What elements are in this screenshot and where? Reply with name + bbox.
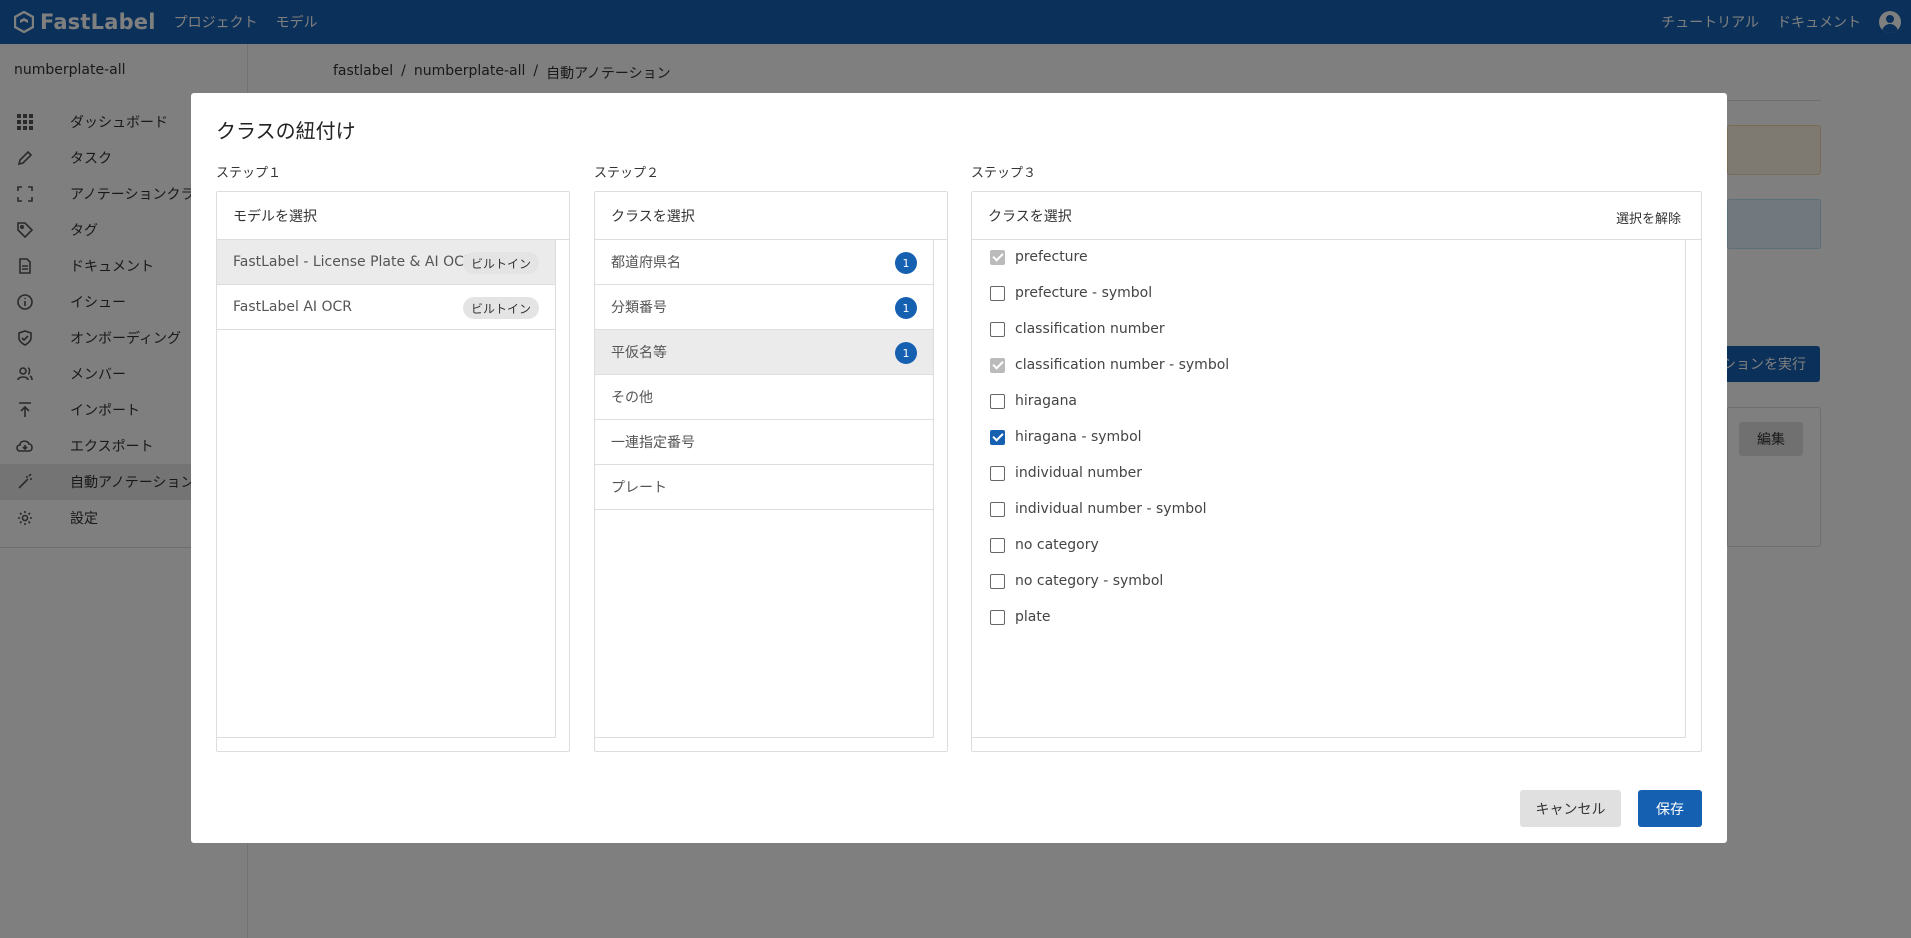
target-class-option[interactable]: hiragana - symbol <box>990 427 1142 447</box>
step2-panel: クラスを選択 都道府県名 1 分類番号 1 平仮名等 1 その他 一連指定番号 … <box>594 191 948 752</box>
option-label: prefecture <box>1015 249 1088 265</box>
option-label: hiragana <box>1015 393 1078 409</box>
source-class-item[interactable]: 都道府県名 1 <box>595 240 933 285</box>
model-item-license-plate[interactable]: FastLabel - License Plate & AI OCR ビルトイン <box>217 240 555 285</box>
source-class-list: 都道府県名 1 分類番号 1 平仮名等 1 その他 一連指定番号 プレート <box>595 240 934 738</box>
checkbox[interactable] <box>990 573 1005 589</box>
target-class-option[interactable]: hiragana <box>990 391 1077 411</box>
dialog-title: クラスの紐付け <box>216 119 356 143</box>
class-name: 分類番号 <box>611 300 667 316</box>
model-list: FastLabel - License Plate & AI OCR ビルトイン… <box>217 240 556 738</box>
step1-header: モデルを選択 <box>217 192 569 240</box>
class-name: 平仮名等 <box>611 345 667 361</box>
mapped-count-badge: 1 <box>895 342 917 364</box>
source-class-item[interactable]: 分類番号 1 <box>595 285 933 330</box>
source-class-item[interactable]: 一連指定番号 <box>595 420 933 465</box>
target-class-option[interactable]: prefecture <box>990 247 1088 267</box>
class-mapping-dialog: クラスの紐付け ステップ１ モデルを選択 FastLabel - License… <box>191 93 1727 843</box>
target-class-option[interactable]: no category <box>990 535 1099 555</box>
option-label: individual number - symbol <box>1015 501 1207 517</box>
option-label: plate <box>1015 609 1051 625</box>
source-class-item[interactable]: 平仮名等 1 <box>595 330 933 375</box>
option-label: no category - symbol <box>1015 573 1164 589</box>
cancel-button[interactable]: キャンセル <box>1520 790 1621 827</box>
target-class-option[interactable]: no category - symbol <box>990 571 1163 591</box>
step2-header: クラスを選択 <box>595 192 947 240</box>
checkbox[interactable] <box>990 285 1005 301</box>
step3-label: ステップ３ <box>971 166 1037 181</box>
target-class-option[interactable]: classification number - symbol <box>990 355 1229 375</box>
option-label: individual number <box>1015 465 1143 481</box>
source-class-item[interactable]: プレート <box>595 465 933 510</box>
model-name: FastLabel - License Plate & AI OCR <box>233 254 474 270</box>
target-class-option[interactable]: individual number - symbol <box>990 499 1207 519</box>
step2-label: ステップ２ <box>594 166 660 181</box>
target-class-option[interactable]: classification number <box>990 319 1165 339</box>
checkbox[interactable] <box>990 465 1005 481</box>
class-name: 一連指定番号 <box>611 435 695 451</box>
class-name: その他 <box>611 390 653 406</box>
deselect-button[interactable]: 選択を解除 <box>1616 208 1681 227</box>
class-name: 都道府県名 <box>611 255 681 271</box>
model-item-ai-ocr[interactable]: FastLabel AI OCR ビルトイン <box>217 285 555 330</box>
model-name: FastLabel AI OCR <box>233 299 353 315</box>
option-label: classification number <box>1015 321 1165 337</box>
builtin-tag: ビルトイン <box>462 297 539 319</box>
option-label: hiragana - symbol <box>1015 429 1142 445</box>
mapped-count-badge: 1 <box>895 297 917 319</box>
step1-label: ステップ１ <box>216 166 282 181</box>
checkbox[interactable] <box>990 393 1005 409</box>
target-class-option[interactable]: plate <box>990 607 1050 627</box>
checkbox[interactable] <box>990 249 1005 265</box>
save-button[interactable]: 保存 <box>1638 790 1702 827</box>
checkbox[interactable] <box>990 609 1005 625</box>
option-label: prefecture - symbol <box>1015 285 1153 301</box>
builtin-tag: ビルトイン <box>462 252 539 274</box>
checkbox[interactable] <box>990 357 1005 373</box>
checkbox[interactable] <box>990 429 1005 445</box>
target-class-option[interactable]: prefecture - symbol <box>990 283 1152 303</box>
step3-header: クラスを選択 <box>972 192 1701 240</box>
checkbox[interactable] <box>990 501 1005 517</box>
source-class-item[interactable]: その他 <box>595 375 933 420</box>
step3-panel: クラスを選択 選択を解除 prefecture prefecture - sym… <box>971 191 1702 752</box>
checkbox[interactable] <box>990 321 1005 337</box>
class-name: プレート <box>611 480 667 496</box>
target-class-option[interactable]: individual number <box>990 463 1142 483</box>
option-label: no category <box>1015 537 1099 553</box>
target-class-list: prefecture prefecture - symbol classific… <box>972 240 1686 738</box>
mapped-count-badge: 1 <box>895 252 917 274</box>
checkbox[interactable] <box>990 537 1005 553</box>
step1-panel: モデルを選択 FastLabel - License Plate & AI OC… <box>216 191 570 752</box>
option-label: classification number - symbol <box>1015 357 1230 373</box>
